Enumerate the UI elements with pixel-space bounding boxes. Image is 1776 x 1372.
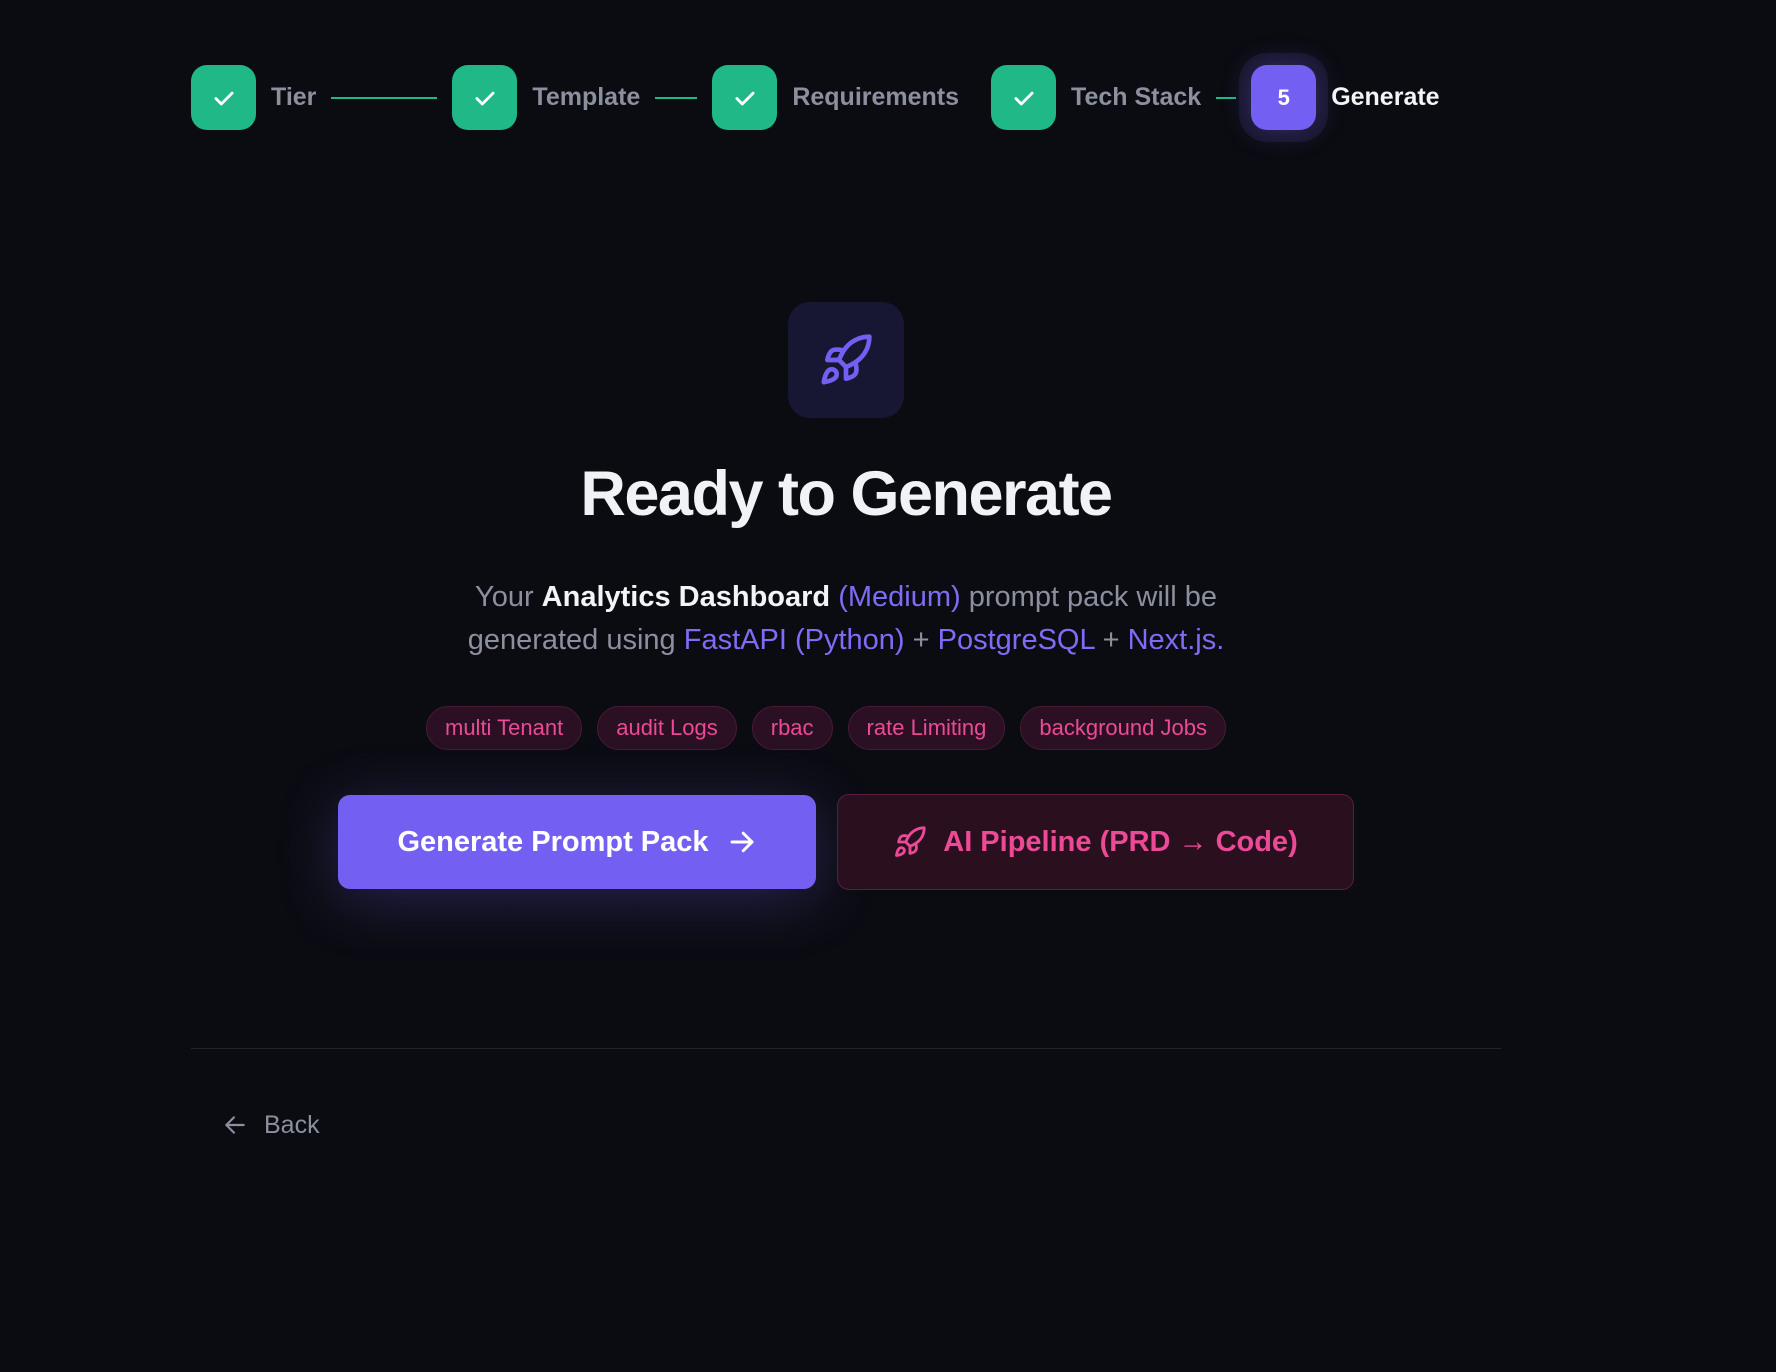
back-button[interactable]: Back — [222, 1108, 320, 1142]
step-label: Template — [532, 83, 641, 111]
check-icon — [475, 91, 495, 105]
rocket-icon — [895, 826, 926, 857]
summary-prefix: Your — [475, 581, 542, 613]
arrow-right-icon — [730, 831, 754, 853]
footer-divider — [191, 1048, 1501, 1049]
generate-prompt-pack-button[interactable]: Generate Prompt Pack — [338, 795, 816, 889]
step-tech-stack[interactable]: Tech Stack — [991, 65, 1201, 130]
step-tier[interactable]: Tier — [191, 65, 316, 130]
step-requirements[interactable]: Requirements — [712, 65, 959, 130]
step-complete-badge — [712, 65, 778, 130]
step-connector — [331, 96, 438, 99]
step-complete-badge — [191, 65, 256, 130]
stack-separator: + — [904, 624, 938, 656]
feature-tag: background Jobs — [1020, 706, 1226, 750]
check-icon — [1013, 91, 1034, 105]
backend-stack: FastAPI (Python) — [683, 624, 905, 656]
back-label: Back — [264, 1110, 320, 1139]
stack-separator: + — [1094, 624, 1128, 656]
tier-name: (Medium) — [838, 581, 961, 613]
check-icon — [213, 91, 234, 105]
step-complete-badge — [452, 65, 518, 130]
generation-summary: Your Analytics Dashboard (Medium) prompt… — [430, 576, 1262, 662]
generate-page: Tier Template Requirements Tech Stack 5 — [0, 0, 1776, 1372]
step-label: Tier — [271, 83, 317, 111]
page-title: Ready to Generate — [580, 459, 1113, 529]
step-connector — [974, 97, 976, 99]
ai-pipeline-label: AI Pipeline (PRD → Code) — [943, 825, 1298, 858]
feature-tag: rbac — [751, 706, 833, 750]
hero-icon-tile — [788, 302, 904, 418]
step-current-badge: 5 — [1251, 65, 1317, 130]
rocket-icon — [821, 334, 872, 385]
step-complete-badge — [991, 65, 1057, 130]
generate-button-label: Generate Prompt Pack — [397, 825, 709, 858]
feature-tag: audit Logs — [597, 706, 737, 750]
step-generate[interactable]: 5 Generate — [1251, 65, 1440, 130]
step-label: Requirements — [792, 83, 960, 111]
feature-tags: multi Tenant audit Logs rbac rate Limiti… — [426, 706, 1226, 750]
frontend-stack: Next.js — [1127, 624, 1217, 656]
step-connector — [655, 96, 698, 99]
template-name: Analytics Dashboard — [541, 581, 831, 613]
feature-tag: multi Tenant — [426, 706, 583, 750]
arrow-left-icon — [225, 1116, 245, 1134]
ai-pipeline-button[interactable]: AI Pipeline (PRD → Code) — [837, 794, 1354, 890]
database-stack: PostgreSQL — [937, 624, 1095, 656]
step-template[interactable]: Template — [452, 65, 640, 130]
summary-suffix: . — [1216, 624, 1225, 656]
check-icon — [735, 91, 755, 105]
feature-tag: rate Limiting — [847, 706, 1006, 750]
progress-stepper: Tier Template Requirements Tech Stack 5 — [191, 65, 1440, 130]
step-connector — [1216, 96, 1237, 99]
step-label: Tech Stack — [1071, 83, 1202, 111]
step-label: Generate — [1331, 83, 1440, 111]
